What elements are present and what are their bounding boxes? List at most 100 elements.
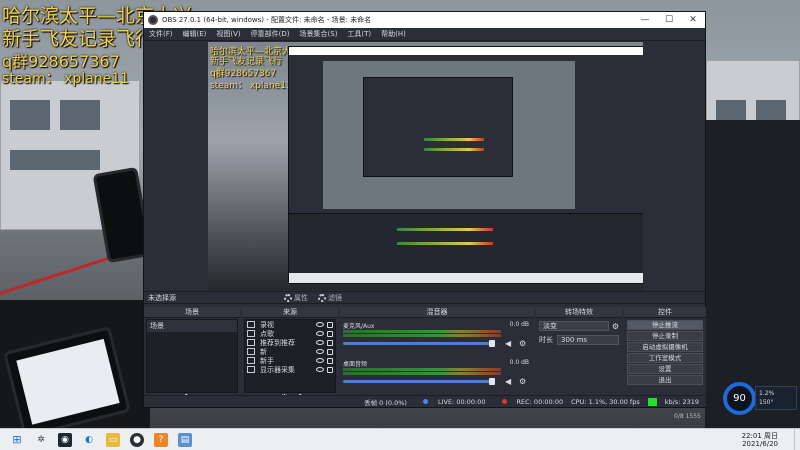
nested-title-bar bbox=[289, 47, 643, 55]
scenes-list: 场景 bbox=[146, 319, 238, 393]
menu-view[interactable]: 视图(V) bbox=[211, 29, 245, 39]
obs-window: OBS 27.0.1 (64-bit, windows) - 配置文件: 未命名… bbox=[143, 11, 706, 408]
start-virtual-camera-button[interactable]: 启动虚拟摄像机 bbox=[627, 342, 703, 352]
nested-taskbar bbox=[289, 273, 643, 283]
volume-meter bbox=[343, 372, 501, 375]
speaker-icon[interactable]: ◀ bbox=[505, 340, 513, 348]
source-label: 显示器采集 bbox=[260, 365, 295, 374]
gear-icon bbox=[284, 293, 292, 302]
controls-dock: 控件 停止推流 停止录制 启动虚拟摄像机 工作室模式 设置 退出 bbox=[624, 307, 706, 407]
scenes-dock: 场景 场景 ＋ － ⌃ ⌄ bbox=[144, 307, 240, 407]
fps-gauge: 90 bbox=[723, 382, 756, 415]
source-toolbar: 未选择源 属性 滤镜 bbox=[144, 291, 705, 304]
scene-item[interactable]: 场景 bbox=[147, 320, 237, 332]
eye-icon[interactable] bbox=[316, 322, 324, 327]
transition-settings-gear-icon[interactable]: ⚙ bbox=[612, 322, 619, 331]
app-fan-icon[interactable]: ✲ bbox=[34, 433, 48, 447]
fps-counter-text: 0/8 1555 bbox=[674, 413, 701, 420]
sources-dock: 来源 录视 点歌 推荐到推荐 新 新手 显示器采集 ＋ － ⚙ ⌃ ⌄ bbox=[242, 307, 338, 407]
channel-settings-gear-icon[interactable]: ⚙ bbox=[519, 378, 527, 386]
status-bar: 丢帧 0 (0.0%) LIVE: 00:00:00 REC: 00:00:00… bbox=[144, 395, 705, 407]
settings-button[interactable]: 设置 bbox=[627, 364, 703, 374]
stop-recording-button[interactable]: 停止录制 bbox=[627, 331, 703, 341]
channel-name: 麦克风/Aux bbox=[343, 323, 375, 330]
channel-db: 0.0 dB bbox=[509, 359, 529, 366]
maximize-button[interactable]: ☐ bbox=[657, 15, 681, 25]
gauge-stat-2: 150° bbox=[759, 399, 774, 406]
text-source-icon bbox=[247, 357, 255, 364]
bitrate-text: kb/s: 2319 bbox=[664, 397, 699, 406]
system-clock[interactable]: 22:01 周日 2021/6/20 bbox=[742, 432, 778, 448]
cpu-fps-text: CPU: 1.1%, 30.00 fps bbox=[571, 397, 640, 406]
source-row[interactable]: 显示器采集 bbox=[245, 365, 335, 374]
transition-duration-row: 时长 300 ms bbox=[539, 335, 619, 345]
text-source-icon bbox=[247, 339, 255, 346]
show-desktop-button[interactable] bbox=[794, 429, 800, 450]
rec-time: REC: 00:00:00 bbox=[516, 397, 564, 406]
transition-type-row: 淡变 ⚙ bbox=[539, 321, 619, 331]
clock-date: 2021/6/20 bbox=[742, 440, 778, 448]
filters-label: 滤镜 bbox=[328, 293, 342, 302]
lock-icon[interactable] bbox=[327, 330, 333, 337]
lock-icon[interactable] bbox=[327, 366, 333, 373]
speaker-icon[interactable]: ◀ bbox=[505, 378, 513, 386]
lock-icon[interactable] bbox=[327, 357, 333, 364]
menu-scene-collection[interactable]: 场景集合(S) bbox=[295, 29, 343, 39]
lock-icon[interactable] bbox=[327, 348, 333, 355]
menu-file[interactable]: 文件(F) bbox=[144, 29, 178, 39]
close-button[interactable]: ✕ bbox=[681, 15, 705, 25]
mixer-channel-mic: 麦克风/Aux 0.0 dB ◀ ⚙ bbox=[343, 321, 531, 353]
live-time: LIVE: 00:00:00 bbox=[437, 397, 486, 406]
title-bar[interactable]: OBS 27.0.1 (64-bit, windows) - 配置文件: 未命名… bbox=[144, 12, 705, 28]
mixer-body: 麦克风/Aux 0.0 dB ◀ ⚙ 桌面音频 0.0 dB ◀ ⚙ bbox=[340, 319, 534, 407]
text-source-icon bbox=[247, 330, 255, 337]
stop-streaming-button[interactable]: 停止推流 bbox=[627, 320, 703, 330]
nested-meter bbox=[397, 228, 493, 231]
volume-fader[interactable] bbox=[343, 340, 495, 347]
fader-handle[interactable] bbox=[489, 340, 495, 347]
filters-button[interactable]: 滤镜 bbox=[318, 293, 342, 303]
exit-button[interactable]: 退出 bbox=[627, 375, 703, 385]
properties-label: 属性 bbox=[294, 293, 308, 302]
menu-docks[interactable]: 停靠部件(D) bbox=[246, 29, 295, 39]
text-source-icon bbox=[247, 348, 255, 355]
volume-meter bbox=[343, 330, 501, 333]
app-blue-icon[interactable]: ▤ bbox=[178, 432, 192, 447]
clock-time: 22:01 周日 bbox=[741, 432, 778, 440]
minimize-button[interactable]: — bbox=[633, 15, 657, 25]
app-orange-icon[interactable]: ? bbox=[154, 432, 168, 447]
eye-icon[interactable] bbox=[316, 340, 324, 345]
menu-tools[interactable]: 工具(T) bbox=[342, 29, 376, 39]
eye-icon[interactable] bbox=[316, 331, 324, 336]
lock-icon[interactable] bbox=[327, 321, 333, 328]
studio-mode-button[interactable]: 工作室模式 bbox=[627, 353, 703, 363]
rec-status: REC: 00:00:00 bbox=[494, 397, 564, 406]
windows-start-icon[interactable]: ⊞ bbox=[10, 433, 24, 447]
display-capture-icon bbox=[247, 366, 255, 373]
duration-input[interactable]: 300 ms bbox=[557, 335, 619, 345]
connection-status-indicator bbox=[647, 397, 657, 406]
menu-help[interactable]: 帮助(H) bbox=[376, 29, 411, 39]
lock-icon[interactable] bbox=[327, 339, 333, 346]
obs-taskbar-icon[interactable]: ● bbox=[130, 432, 144, 447]
properties-button[interactable]: 属性 bbox=[284, 293, 308, 303]
live-icon bbox=[422, 399, 428, 404]
channel-settings-gear-icon[interactable]: ⚙ bbox=[519, 340, 527, 348]
eye-icon[interactable] bbox=[316, 367, 324, 372]
building-window bbox=[10, 150, 100, 170]
nested-meter bbox=[397, 242, 493, 245]
volume-fader[interactable] bbox=[343, 378, 495, 385]
eye-icon[interactable] bbox=[316, 358, 324, 363]
transition-type-select[interactable]: 淡变 bbox=[539, 321, 609, 331]
edge-browser-icon[interactable]: ◐ bbox=[82, 433, 96, 447]
menu-edit[interactable]: 编辑(E) bbox=[178, 29, 212, 39]
file-explorer-icon[interactable]: ▭ bbox=[106, 432, 120, 447]
fader-handle[interactable] bbox=[489, 378, 495, 385]
sources-list: 录视 点歌 推荐到推荐 新 新手 显示器采集 bbox=[244, 319, 336, 393]
preview-canvas[interactable]: 哈尔滨太平—北京大兴 新手飞友记录飞行 q群928657367 steam： x… bbox=[208, 42, 643, 290]
scene-transitions-dock: 转场特效 淡变 ⚙ 时长 300 ms bbox=[536, 307, 622, 407]
steam-icon[interactable]: ◉ bbox=[58, 432, 72, 447]
mixer-dock-title: 混音器 bbox=[340, 307, 534, 318]
eye-icon[interactable] bbox=[316, 349, 324, 354]
audio-mixer-dock: 混音器 麦克风/Aux 0.0 dB ◀ ⚙ 桌面音频 0.0 dB ◀ ⚙ bbox=[340, 307, 534, 407]
